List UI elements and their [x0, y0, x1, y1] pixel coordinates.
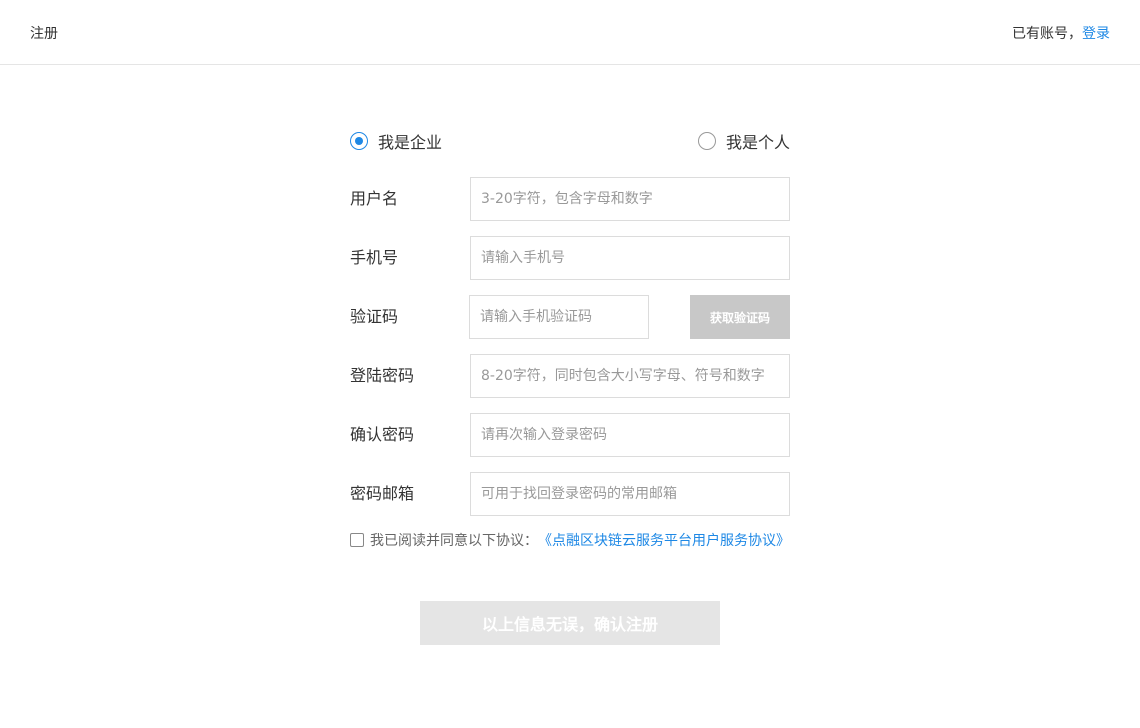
register-form: 我是企业 我是个人 用户名 手机号 验证码 获取验证码 登陆密码 确认密码 密码…	[350, 128, 790, 648]
password-label: 登陆密码	[350, 366, 415, 385]
email-row: 密码邮箱	[350, 472, 790, 516]
password-row: 登陆密码	[350, 354, 790, 398]
confirm-password-input[interactable]	[470, 413, 790, 457]
top-header: 注册 已有账号，登录	[0, 0, 1140, 65]
confirm-password-row: 确认密码	[350, 413, 790, 457]
login-link[interactable]: 登录	[1082, 26, 1110, 42]
confirm-password-label: 确认密码	[350, 425, 415, 444]
account-type-enterprise-label: 我是企业	[378, 133, 443, 152]
email-label: 密码邮箱	[350, 484, 415, 503]
checkbox-icon[interactable]	[350, 533, 364, 547]
account-type-personal[interactable]: 我是个人	[697, 128, 790, 154]
email-input[interactable]	[470, 472, 790, 516]
login-prompt: 已有账号，登录	[1012, 23, 1110, 43]
agreement-link[interactable]: 《点融区块链云服务平台用户服务协议》	[538, 530, 790, 550]
get-code-button[interactable]: 获取验证码	[690, 295, 790, 339]
radio-checked-icon[interactable]	[350, 132, 368, 150]
agreement-row: 我已阅读并同意以下协议： 《点融区块链云服务平台用户服务协议》	[350, 530, 790, 550]
account-type-selector: 我是企业 我是个人	[350, 128, 790, 154]
page-title: 注册	[30, 26, 58, 42]
code-label: 验证码	[350, 307, 399, 326]
code-input[interactable]	[469, 295, 649, 339]
submit-register-button[interactable]: 以上信息无误，确认注册	[420, 601, 720, 645]
account-type-enterprise[interactable]: 我是企业	[350, 128, 442, 154]
username-row: 用户名	[350, 177, 790, 221]
phone-row: 手机号	[350, 236, 790, 280]
username-input[interactable]	[470, 177, 790, 221]
phone-input[interactable]	[470, 236, 790, 280]
agreement-text: 我已阅读并同意以下协议：	[370, 533, 538, 549]
password-input[interactable]	[470, 354, 790, 398]
code-row: 验证码 获取验证码	[350, 295, 790, 339]
radio-unchecked-icon[interactable]	[697, 132, 716, 150]
account-type-personal-label: 我是个人	[725, 133, 790, 152]
phone-label: 手机号	[350, 248, 399, 267]
username-label: 用户名	[350, 189, 399, 208]
login-prompt-text: 已有账号，	[1012, 26, 1082, 42]
